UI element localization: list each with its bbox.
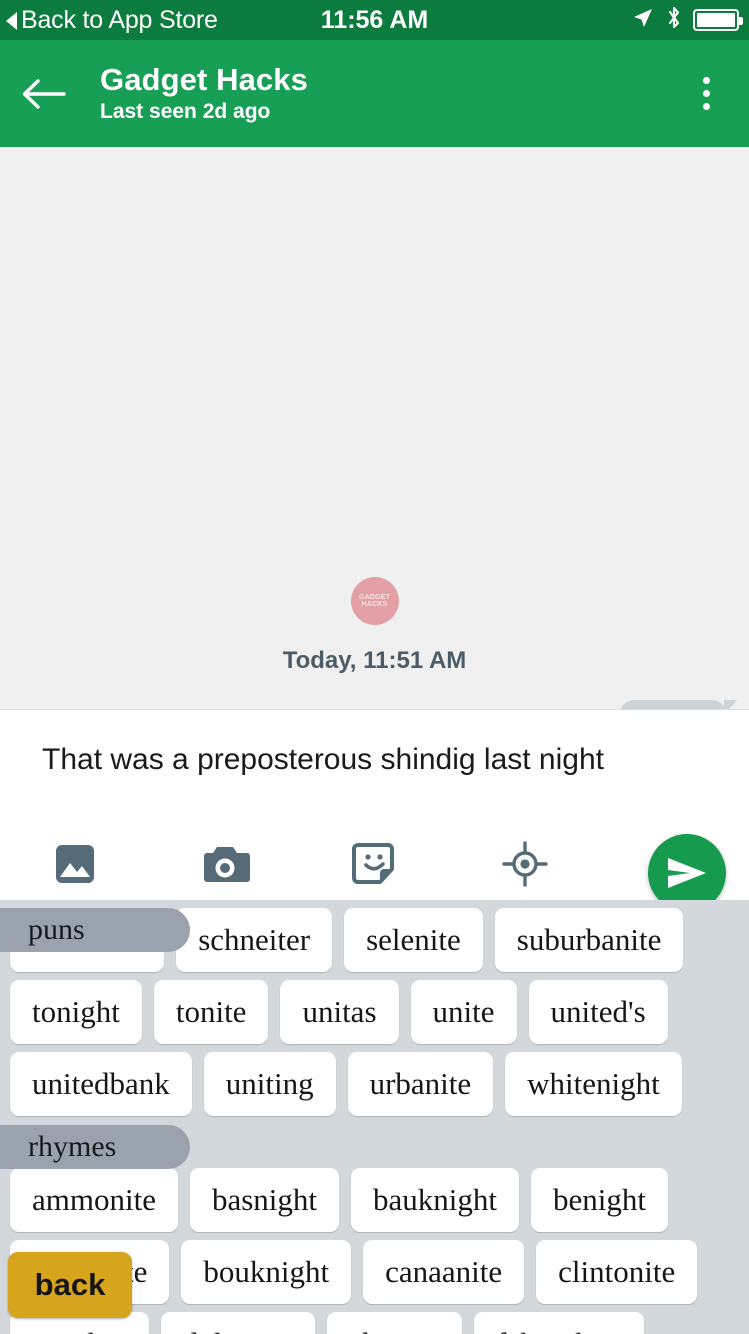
suggestion-chip[interactable]: bouknight <box>181 1240 352 1304</box>
suggestion-chip[interactable]: urbanite <box>347 1052 494 1116</box>
avatar: GADGET HACKS <box>350 577 399 625</box>
section-tag-rhymes[interactable]: rhymes <box>0 1125 190 1169</box>
app-bar-title-block[interactable]: Gadget Hacks Last seen 2d ago <box>86 61 663 124</box>
suggestion-chip[interactable]: dolomite <box>160 1312 315 1334</box>
nav-back-button[interactable] <box>0 76 86 112</box>
message-row-outgoing: Hey Now <box>620 700 737 709</box>
suggestion-chip[interactable]: unitas <box>280 980 399 1044</box>
suggestion-chip[interactable]: whitenight <box>505 1052 682 1116</box>
status-bar-indicators <box>631 5 743 36</box>
sticker-icon <box>352 843 394 884</box>
conversation-subtitle: Last seen 2d ago <box>100 100 271 124</box>
suggestion-chip[interactable]: uniting <box>203 1052 336 1116</box>
suggestion-chip[interactable]: canaanite <box>363 1240 525 1304</box>
suggestion-row: tonight tonite unitas unite united's <box>0 980 749 1044</box>
bluetooth-icon <box>665 5 683 36</box>
suggestion-chip[interactable]: basnight <box>189 1168 340 1232</box>
avatar-line-2: HACKS <box>361 601 388 608</box>
suggestion-chip[interactable]: schneiter <box>176 908 333 972</box>
camera-button[interactable] <box>150 841 300 887</box>
status-bar: Back to App Store 11:56 AM <box>0 0 749 40</box>
suggestion-chip[interactable]: united's <box>528 980 668 1044</box>
phone-screen: Back to App Store 11:56 AM Gadget Hacks … <box>0 0 749 1334</box>
suggestion-chip[interactable]: suburbanite <box>494 908 684 972</box>
chat-message-list[interactable]: GADGET HACKS Today, 11:51 AM Hey Now <box>0 147 749 710</box>
app-bar: Gadget Hacks Last seen 2d ago <box>0 40 749 147</box>
location-button[interactable] <box>450 840 600 888</box>
conversation-title: Gadget Hacks <box>100 61 308 97</box>
suggestion-chip[interactable]: fahrenheit <box>474 1312 644 1334</box>
suggestion-chip[interactable]: selenite <box>344 908 483 972</box>
arrow-left-icon <box>22 78 66 109</box>
camera-icon <box>203 847 250 882</box>
compose-area: That was a preposterous shindig last nig… <box>0 710 749 912</box>
suggestion-chip[interactable]: unitedbank <box>10 1052 192 1116</box>
suggestion-chip[interactable]: clintonite <box>536 1240 698 1304</box>
gallery-button[interactable] <box>0 841 150 887</box>
day-divider: Today, 11:51 AM <box>282 647 467 674</box>
suggestion-chip[interactable]: ammonite <box>10 1168 178 1232</box>
location-arrow-icon <box>631 6 655 35</box>
send-icon <box>668 858 706 888</box>
suggestion-row: ammonite basnight bauknight benight <box>0 1168 749 1232</box>
section-tag-puns[interactable]: puns <box>0 908 190 952</box>
message-input[interactable]: That was a preposterous shindig last nig… <box>0 710 749 777</box>
suggestion-chip[interactable]: tonight <box>10 980 142 1044</box>
suggestion-chip[interactable]: ebonite <box>326 1312 463 1334</box>
battery-icon <box>693 9 743 31</box>
avatar-line-1: GADGET <box>358 593 391 601</box>
suggestion-chip[interactable]: bauknight <box>351 1168 520 1232</box>
location-icon <box>502 841 548 887</box>
suggestion-chip[interactable]: tonite <box>153 980 269 1044</box>
compose-action-bar <box>0 828 749 912</box>
suggestion-keyboard[interactable]: unitarian schneiter selenite suburbanite… <box>0 900 749 1334</box>
gallery-icon <box>56 845 94 883</box>
back-button[interactable]: back <box>8 1252 132 1318</box>
sticker-button[interactable] <box>300 840 450 888</box>
suggestion-chip[interactable]: unite <box>410 980 517 1044</box>
message-bubble[interactable]: Hey <box>620 700 737 709</box>
suggestion-row: unitedbank uniting urbanite whitenight <box>0 1052 749 1116</box>
suggestion-chip[interactable]: benight <box>531 1168 669 1232</box>
overflow-menu-icon[interactable] <box>663 77 749 110</box>
